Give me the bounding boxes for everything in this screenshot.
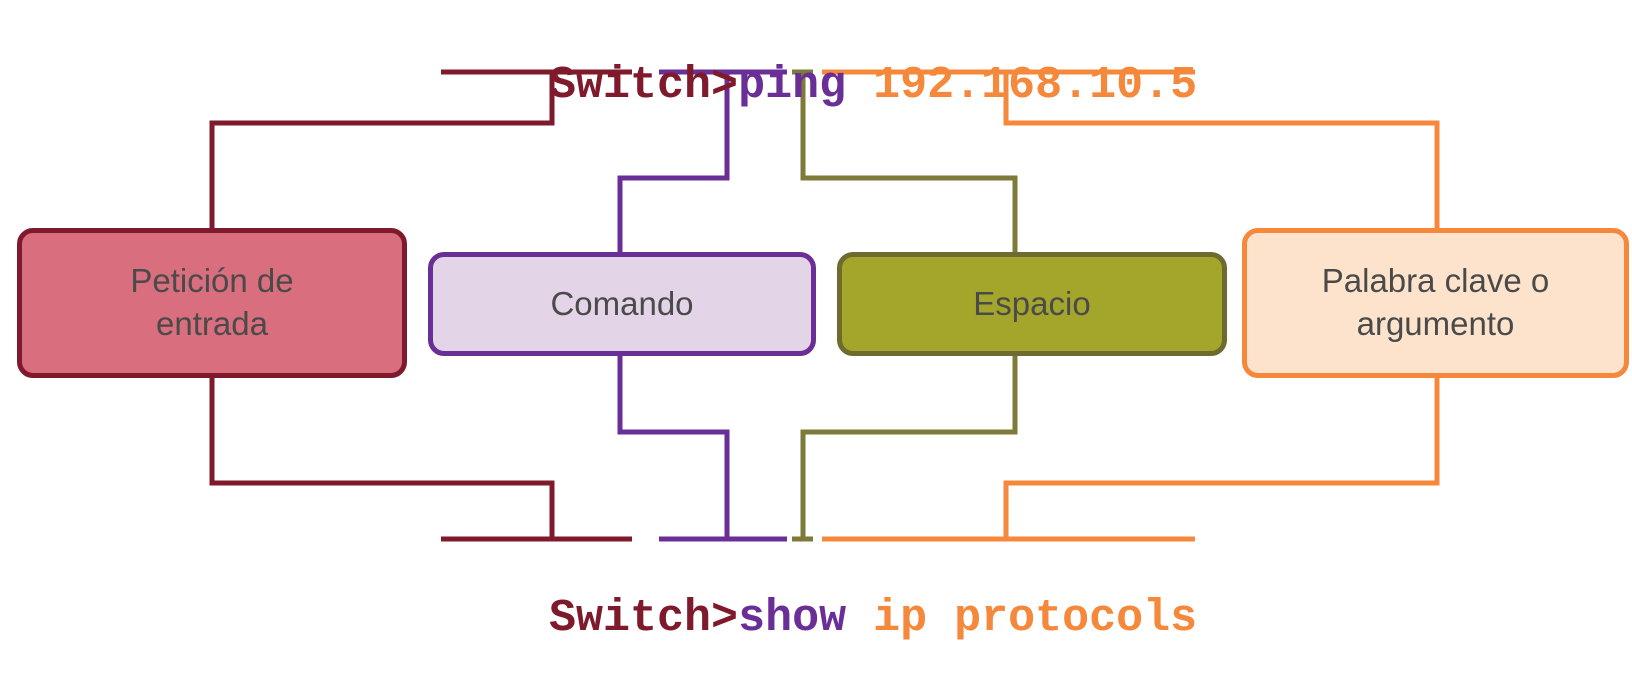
top-prompt-text: Switch>: [549, 60, 739, 111]
bottom-command-text: show: [738, 593, 847, 644]
command-box: Comando: [428, 252, 816, 356]
bottom-argument-text: ip protocols: [873, 593, 1198, 644]
command-connector-bottom: [617, 356, 730, 539]
prompt-box: Petición de entrada: [17, 228, 407, 378]
top-command-line: Switch>ping 192.168.10.5: [441, 18, 1197, 153]
top-command-text: ping: [738, 60, 847, 111]
argument-box-line1: Palabra clave o: [1321, 262, 1550, 300]
argument-box-line2: argumento: [1356, 305, 1515, 342]
command-box-label: Comando: [550, 284, 694, 322]
top-argument-text: 192.168.10.5: [873, 60, 1198, 111]
prompt-box-line2: entrada: [156, 305, 268, 342]
command-syntax-diagram: Switch>ping 192.168.10.5 Switch>show ip …: [0, 0, 1632, 641]
bottom-prompt-text: Switch>: [549, 593, 739, 644]
space-connector-bottom: [800, 356, 1018, 539]
top-space: [846, 60, 873, 111]
argument-connector-bottom: [1003, 378, 1440, 539]
argument-box: Palabra clave o argumento: [1242, 228, 1629, 378]
bottom-command-line: Switch>show ip protocols: [441, 551, 1197, 686]
prompt-box-line1: Petición de: [130, 262, 294, 300]
prompt-connector-bottom: [209, 378, 555, 539]
bottom-space: [846, 593, 873, 644]
space-box: Espacio: [837, 252, 1227, 356]
space-box-label: Espacio: [973, 284, 1091, 322]
